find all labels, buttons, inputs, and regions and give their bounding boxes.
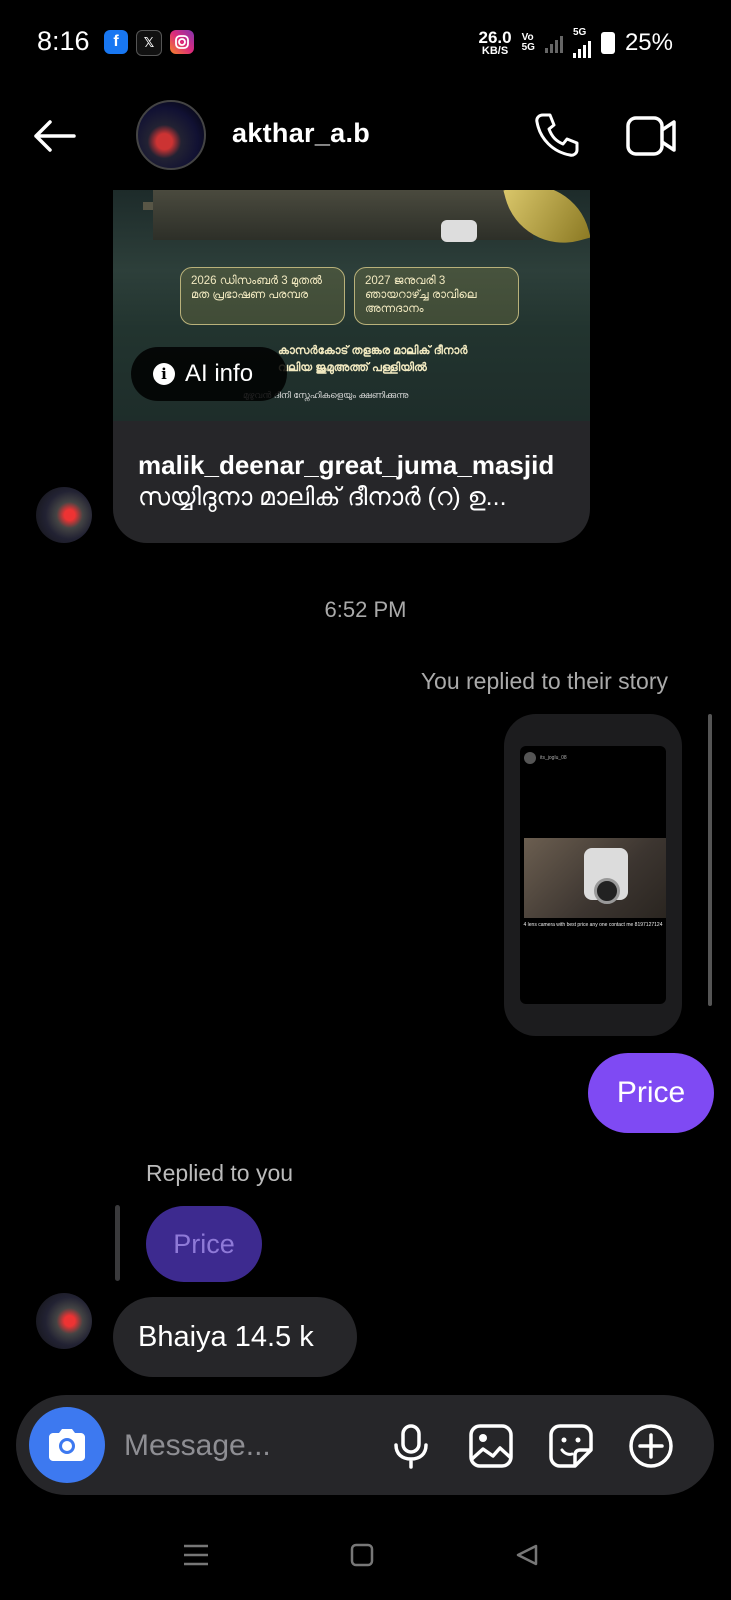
facebook-icon: f: [104, 30, 128, 54]
instagram-icon: [170, 30, 194, 54]
status-time: 8:16: [37, 26, 90, 56]
story-user: its_joglu_08: [524, 752, 567, 764]
battery-percent: 25%: [624, 29, 673, 56]
status-indicators: 26.0 KB/S Vo 5G 5G 25%: [479, 28, 673, 58]
network-speed-unit: KB/S: [481, 45, 509, 57]
message-composer: [16, 1395, 714, 1495]
story-preview-card[interactable]: its_joglu_08 4 lens camera with best pri…: [504, 714, 682, 1036]
sticker-button[interactable]: [548, 1423, 594, 1469]
video-camera-icon: [626, 116, 676, 156]
system-back-button[interactable]: [515, 1543, 539, 1567]
camera-icon: [49, 1429, 85, 1461]
back-arrow-icon: [34, 120, 76, 152]
voice-call-button[interactable]: [532, 110, 582, 160]
scrollbar[interactable]: [708, 714, 712, 1006]
info-icon: i: [153, 363, 175, 385]
x-icon: 𝕏: [136, 30, 162, 56]
gallery-button[interactable]: [468, 1423, 514, 1469]
story-thumbnail: its_joglu_08 4 lens camera with best pri…: [520, 746, 666, 1004]
story-user-avatar: [524, 752, 536, 764]
shared-post-card[interactable]: 2026 ഡിസംബർ 3 മുതൽ മത പ്രഭാഷണ പരമ്പര 202…: [113, 190, 590, 543]
menu-icon: [184, 1544, 208, 1566]
post-info-box-2: 2027 ജനുവരി 3 ഞായറാഴ്ച്ച രാവിലെ അന്നദാനം: [354, 267, 519, 325]
phone-icon: [535, 113, 579, 157]
battery-icon: [600, 32, 615, 54]
signal-5g: 5G: [572, 27, 591, 58]
received-message-bubble[interactable]: Bhaiya 14.5 k: [113, 1297, 357, 1377]
post-location-line-2: വലിയ ജുമുഅത്ത് പള്ളിയിൽ: [278, 362, 427, 374]
post-description: സയ്യിദുനാ മാലിക് ദീനാർ (റ) ഉ...: [138, 483, 507, 511]
microphone-icon: [394, 1424, 428, 1469]
story-reply-note: You replied to their story: [420, 668, 668, 694]
ai-info-label: AI info: [185, 360, 254, 387]
signal-icon-sim2: [572, 38, 591, 58]
volte-indicator: Vo 5G: [522, 33, 535, 53]
notification-app-icons: f 𝕏: [104, 30, 194, 56]
sender-avatar[interactable]: [36, 487, 92, 543]
post-location-line-1: കാസർകോട് തളങ്കര മാലിക് ദീനാർ: [278, 345, 468, 357]
quoted-message-bubble[interactable]: Price: [146, 1206, 262, 1282]
replied-to-you-label: Replied to you: [146, 1160, 294, 1186]
video-call-button[interactable]: [624, 112, 680, 160]
sticker-icon: [549, 1424, 593, 1468]
post-account-name: malik_deenar_great_juma_masjid: [138, 450, 555, 480]
ai-info-button[interactable]: i AI info: [131, 347, 287, 401]
message-timestamp: 6:52 PM: [324, 597, 407, 622]
recents-button[interactable]: [182, 1543, 210, 1567]
sender-avatar[interactable]: [36, 1293, 92, 1349]
story-username: its_joglu_08: [540, 755, 567, 761]
post-info-box-1: 2026 ഡിസംബർ 3 മുതൽ മത പ്രഭാഷണ പരമ്പര: [180, 267, 345, 325]
network-type-label: 5G: [572, 27, 587, 38]
sent-message-bubble[interactable]: Price: [588, 1053, 714, 1133]
back-button[interactable]: [30, 112, 80, 162]
microphone-button[interactable]: [388, 1423, 434, 1469]
story-photo: [524, 838, 666, 918]
volte-bottom: 5G: [521, 42, 535, 53]
car: [441, 220, 477, 242]
chat-username[interactable]: akthar_a.b: [232, 118, 370, 149]
square-icon: [350, 1543, 374, 1567]
shared-post-image[interactable]: 2026 ഡിസംബർ 3 മുതൽ മത പ്രഭാഷണ പരമ്പര 202…: [113, 190, 590, 421]
signal-icon-sim1: [544, 33, 563, 53]
camera-button[interactable]: [29, 1407, 105, 1483]
story-caption: 4 lens camera with best price any one co…: [523, 922, 663, 928]
profile-avatar[interactable]: [136, 100, 206, 170]
add-button[interactable]: [628, 1423, 674, 1469]
message-input[interactable]: [122, 1423, 356, 1469]
home-button[interactable]: [350, 1543, 374, 1567]
triangle-back-icon: [516, 1544, 538, 1566]
network-speed: 26.0 KB/S: [479, 29, 512, 57]
image-gallery-icon: [469, 1424, 513, 1468]
network-speed-value: 26.0: [478, 28, 512, 47]
plus-circle-icon: [629, 1424, 673, 1468]
reply-indicator-bar: [115, 1205, 120, 1281]
